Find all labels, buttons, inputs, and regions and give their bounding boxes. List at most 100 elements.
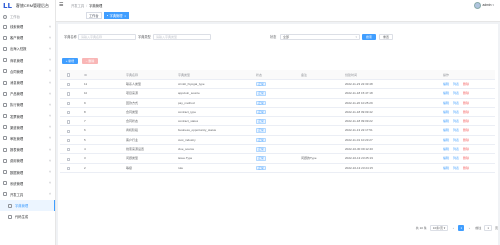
list-link[interactable]: 列表 (453, 128, 459, 132)
sidebar-item[interactable]: 渠道管理 ˅ (0, 122, 55, 133)
delete-button[interactable]: − 删除 (82, 58, 98, 64)
add-button[interactable]: + 新增 (62, 58, 78, 64)
cell-actions: 编辑 列表 删除 (443, 117, 473, 126)
tab-dashboard[interactable]: 工作台 (86, 12, 102, 19)
delete-link[interactable]: 删除 (463, 138, 469, 142)
list-link[interactable]: 列表 (453, 138, 459, 142)
edit-link[interactable]: 编辑 (443, 101, 449, 105)
edit-link[interactable]: 编辑 (443, 138, 449, 142)
tool-icon (3, 192, 7, 197)
select-all-checkbox[interactable] (67, 73, 71, 77)
goto-input[interactable]: 1 (484, 224, 492, 231)
cell-type[interactable]: crmkit_hiyogai_type (178, 80, 205, 89)
sidebar-item[interactable]: 线索管理 ˅ (0, 21, 55, 32)
col-id[interactable]: ID (84, 70, 87, 80)
sidebar-item[interactable]: 费用管理 ˅ (0, 155, 55, 166)
dict-type-input[interactable]: 请输入字典类型 (153, 34, 211, 40)
edit-link[interactable]: 编辑 (443, 82, 449, 86)
delete-link[interactable]: 删除 (463, 166, 469, 170)
cell-type[interactable]: contract_status (178, 117, 198, 126)
row-checkbox[interactable] (67, 83, 71, 87)
row-checkbox[interactable] (67, 129, 71, 133)
edit-link[interactable]: 编辑 (443, 119, 449, 123)
sidebar-item[interactable]: 发票管理 ˅ (0, 111, 55, 122)
list-link[interactable]: 列表 (453, 166, 459, 170)
list-link[interactable]: 列表 (453, 119, 459, 123)
cell-type[interactable]: clue_source (178, 145, 194, 154)
sidebar-item[interactable]: 客户管理 ˅ (0, 32, 55, 43)
hamburger-icon[interactable]: ☰ (59, 2, 65, 8)
list-link[interactable]: 列表 (453, 147, 459, 151)
reset-button[interactable]: 重置 (379, 34, 393, 40)
status-select[interactable]: 全部 ▾ (280, 34, 360, 40)
row-checkbox[interactable] (67, 120, 71, 124)
delete-link[interactable]: 删除 (463, 82, 469, 86)
edit-link[interactable]: 编辑 (443, 156, 449, 160)
table-row: 4 线索来源设置 clue_source 正常 2022-10-30 09:12:40 编… (60, 145, 495, 155)
cell-created: 2022-10-30 09:12:40 (345, 147, 373, 152)
sidebar-item[interactable]: 数据管理 ˅ (0, 166, 55, 177)
delete-link[interactable]: 删除 (463, 128, 469, 132)
sidebar-subitem[interactable]: 代码生成 (0, 211, 55, 222)
cell-created: 2022-11-18 15:47:18 (345, 91, 373, 96)
edit-link[interactable]: 编辑 (443, 166, 449, 170)
edit-link[interactable]: 编辑 (443, 147, 449, 151)
sidebar-item[interactable]: 消息管理 ˅ (0, 77, 55, 88)
sidebar-item[interactable]: 合同管理 ˅ (0, 66, 55, 77)
search-button[interactable]: 搜索 (362, 34, 376, 40)
delete-link[interactable]: 删除 (463, 91, 469, 95)
money-icon (3, 158, 7, 163)
chevron-down-icon: ˄ (49, 192, 51, 197)
tab-dict[interactable]: 字典管理 × (103, 12, 130, 19)
row-checkbox[interactable] (67, 166, 71, 171)
cell-type[interactable]: business_opportunity_status (178, 126, 216, 135)
prev-page-button[interactable]: ‹ (450, 225, 456, 231)
sidebar-item[interactable]: 商机管理 ˅ (0, 55, 55, 66)
sidebar-item[interactable]: 产品管理 ˅ (0, 88, 55, 99)
sidebar-item[interactable]: 审批管理 ˅ (0, 133, 55, 144)
username[interactable]: admin (483, 3, 492, 7)
delete-link[interactable]: 删除 (463, 101, 469, 105)
next-page-button[interactable]: › (466, 225, 472, 231)
cell-type[interactable]: rule (178, 164, 183, 173)
avatar[interactable] (473, 1, 481, 9)
list-link[interactable]: 列表 (453, 101, 459, 105)
list-link[interactable]: 列表 (453, 91, 459, 95)
row-checkbox[interactable] (67, 148, 71, 152)
cell-type[interactable]: appviuin_source (178, 89, 200, 98)
list-link[interactable]: 列表 (453, 110, 459, 114)
cell-type[interactable]: contract_type (178, 108, 196, 117)
sidebar-item[interactable]: 报表管理 ˅ (0, 144, 55, 155)
row-checkbox[interactable] (67, 92, 71, 96)
user-menu[interactable]: admin ▾ (473, 1, 494, 9)
sidebar-item[interactable]: 系统管理 ˅ (0, 178, 55, 189)
row-checkbox[interactable] (67, 101, 71, 105)
edit-link[interactable]: 编辑 (443, 91, 449, 95)
flag-icon (3, 46, 7, 51)
sidebar-item[interactable]: 开发工具 ˄ (0, 189, 55, 200)
delete-link[interactable]: 删除 (463, 156, 469, 160)
delete-link[interactable]: 删除 (463, 119, 469, 123)
delete-link[interactable]: 删除 (463, 147, 469, 151)
row-checkbox[interactable] (67, 138, 71, 143)
sidebar-item[interactable]: 出海入驻报 ˅ (0, 43, 55, 54)
list-link[interactable]: 列表 (453, 82, 459, 86)
list-link[interactable]: 列表 (453, 156, 459, 160)
edit-link[interactable]: 编辑 (443, 110, 449, 114)
page-size-select[interactable]: 10条/页 ▾ (429, 224, 449, 231)
logo[interactable]: LL 客旅CRM管理后台 (0, 0, 55, 12)
row-checkbox[interactable] (67, 157, 71, 161)
edit-link[interactable]: 编辑 (443, 128, 449, 132)
dict-name-input[interactable]: 请输入字典名称 (78, 34, 136, 40)
close-icon[interactable]: × (124, 14, 126, 18)
breadcrumb-item[interactable]: 开发工具 (71, 4, 84, 8)
sidebar-item[interactable]: 执行管理 ˅ (0, 99, 55, 110)
sidebar-subitem[interactable]: 字典管理 (0, 200, 55, 211)
cell-type[interactable]: issue.Type (178, 154, 192, 163)
delete-link[interactable]: 删除 (463, 110, 469, 114)
cell-type[interactable]: cust_industry (178, 136, 196, 145)
row-checkbox[interactable] (67, 111, 71, 115)
page-number[interactable]: 1 (458, 224, 465, 231)
cell-type[interactable]: pay_method (178, 99, 195, 108)
sidebar-item-dashboard[interactable]: 工作台 (0, 12, 55, 21)
